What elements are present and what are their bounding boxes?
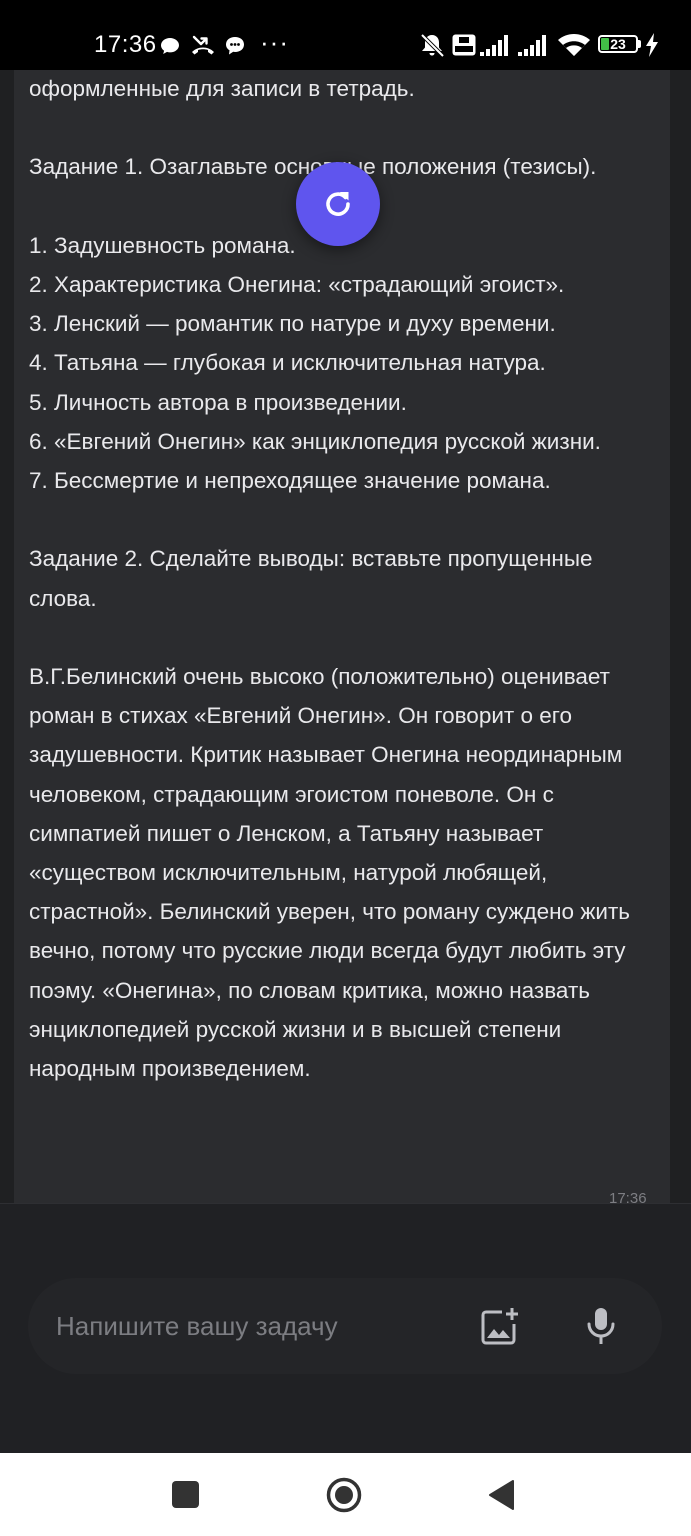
message-icon [226, 37, 244, 55]
add-image-icon [481, 1308, 518, 1345]
mute-icon [420, 33, 445, 58]
microphone-icon [587, 1308, 615, 1344]
missed-call-icon [192, 35, 214, 55]
battery-level: 23 [610, 36, 626, 52]
signal-icon [518, 35, 546, 56]
navigation-bar [0, 1453, 691, 1536]
status-bar: 17:36 ··· 23 [0, 0, 691, 70]
recents-square-icon[interactable] [172, 1481, 199, 1508]
message-time: 17:36 [609, 1190, 647, 1203]
back-triangle-icon[interactable] [487, 1479, 515, 1511]
refresh-button[interactable] [296, 162, 380, 246]
charging-icon [646, 33, 658, 57]
home-circle-icon[interactable] [326, 1477, 362, 1513]
volte-icon [452, 34, 476, 56]
input-panel [0, 1203, 691, 1453]
battery-nub [638, 40, 641, 48]
battery-icon: 23 [598, 35, 638, 53]
attach-image-button[interactable] [480, 1306, 520, 1346]
chat-bubble-icon [161, 38, 179, 54]
refresh-icon [326, 192, 350, 216]
task-input[interactable] [56, 1278, 456, 1374]
more-dots-icon: ··· [260, 27, 289, 57]
signal-icon [480, 35, 508, 56]
task-input-container[interactable] [28, 1278, 662, 1374]
status-time: 17:36 [94, 31, 157, 58]
microphone-button[interactable] [583, 1306, 619, 1346]
wifi-icon [558, 34, 590, 56]
